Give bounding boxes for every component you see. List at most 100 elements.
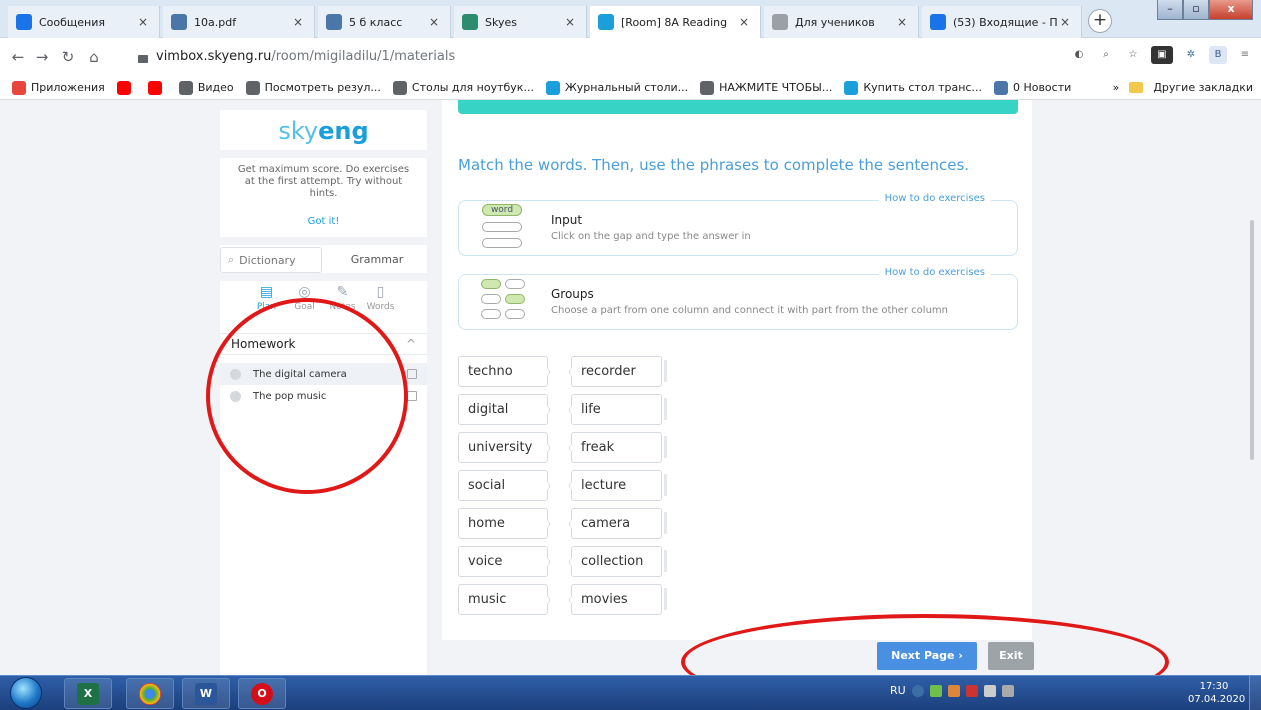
network-icon[interactable] [1001,684,1014,697]
system-clock[interactable]: 17:30 07.04.2020 [1188,680,1246,706]
how-to-link[interactable]: How to do exercises [878,193,991,204]
show-desktop-button[interactable] [1249,676,1261,710]
book-icon[interactable] [407,369,417,379]
drag-handle[interactable] [664,588,667,610]
close-icon[interactable]: × [894,15,910,29]
word-chip-right[interactable]: collection [569,546,662,577]
word-chip-left[interactable]: home [458,508,550,539]
word-chip-right[interactable]: camera [569,508,662,539]
word-chip-right[interactable]: lecture [569,470,662,501]
home-icon[interactable]: ⌂ [84,47,104,67]
browser-tab[interactable]: (53) Входящие - П × [922,6,1082,38]
bookmark-item[interactable] [147,80,167,95]
start-button[interactable] [10,677,42,709]
grammar-button[interactable]: Grammar [327,247,427,273]
star-icon[interactable]: ☆ [1124,46,1142,64]
close-icon[interactable]: × [736,15,752,29]
bookmark-item[interactable]: Видео [178,80,234,95]
excel-taskbar-icon[interactable]: X [64,678,112,709]
other-bookmarks-link[interactable]: Другие закладки [1153,81,1253,94]
language-indicator[interactable]: RU [890,684,906,697]
bookmark-item[interactable]: Приложения [12,80,105,95]
browser-tab[interactable]: 10a.pdf × [163,6,315,38]
skyeng-logo[interactable]: skyeng [220,110,427,150]
scrollbar-thumb[interactable] [1250,220,1254,460]
reload-icon[interactable]: ↻ [58,47,78,67]
word-text: music [468,592,507,607]
book-icon[interactable] [407,391,417,401]
opera-tray-icon[interactable] [965,684,978,697]
dictionary-search[interactable]: ⌕ Dictionary [220,247,322,273]
address-bar[interactable]: vimbox.skyeng.ru/room/migiladilu/1/mater… [138,43,1064,70]
url-path: /room/migiladilu/1/materials [271,49,456,64]
forward-icon[interactable]: → [32,47,52,67]
word-chip-left[interactable]: voice [458,546,550,577]
drag-handle[interactable] [664,398,667,420]
drag-handle[interactable] [664,550,667,572]
bookmarks-more-button[interactable]: » [1113,81,1120,94]
extension-icon[interactable]: ▣ [1151,46,1173,64]
bookmark-item[interactable]: 0 Новости [993,80,1071,95]
zoom-icon[interactable]: ⌕ [1097,46,1115,64]
opera-taskbar-icon[interactable]: O [238,678,286,709]
close-icon[interactable]: × [135,15,151,29]
browser-tab[interactable]: Сообщения × [8,6,160,38]
bookmark-item[interactable]: Журнальный столи... [545,80,689,95]
close-icon[interactable]: × [1057,15,1073,29]
chrome-taskbar-icon[interactable] [126,678,174,709]
got-it-link[interactable]: Got it! [220,216,427,227]
clock-time: 17:30 [1199,681,1229,692]
extension-gear-icon[interactable]: ✲ [1182,46,1200,64]
drag-handle[interactable] [664,360,667,382]
close-icon[interactable]: × [426,15,442,29]
bookmark-item[interactable]: Посмотреть резул... [245,80,381,95]
word-chip-left[interactable]: university [458,432,550,463]
drag-handle[interactable] [664,512,667,534]
bookmark-item[interactable]: НАЖМИТЕ ЧТОБЫ... [700,80,832,95]
close-window-button[interactable]: x [1209,0,1253,20]
browser-tab[interactable]: [Room] 8А Reading × [590,6,761,38]
bookmark-item[interactable] [116,80,136,95]
drag-handle[interactable] [664,474,667,496]
tab-label: Для учеников [795,15,875,29]
volume-icon[interactable] [983,684,996,697]
browser-tab[interactable]: Для учеников × [764,6,919,38]
how-to-link[interactable]: How to do exercises [878,267,991,278]
translate-icon[interactable]: ◐ [1070,46,1088,64]
word-chip-right[interactable]: recorder [569,356,662,387]
word-chip-right[interactable]: freak [569,432,662,463]
drag-handle[interactable] [664,436,667,458]
word-text: digital [468,402,509,417]
word-chip-left[interactable]: digital [458,394,550,425]
clock-date: 07.04.2020 [1188,694,1246,705]
annotation-circle [206,298,408,494]
word-chip-left[interactable]: social [458,470,550,501]
new-tab-button[interactable]: + [1088,9,1112,33]
groups-icon [479,279,529,325]
word-chip-left[interactable]: techno [458,356,550,387]
close-icon[interactable]: × [290,15,306,29]
tray-app-icon[interactable] [929,684,942,697]
bookmark-item[interactable]: Столы для ноутбук... [392,80,534,95]
back-icon[interactable]: ← [8,47,28,67]
bookmark-icon [844,80,859,95]
browser-tab[interactable]: Skyes × [454,6,587,38]
word-chip-right[interactable]: movies [569,584,662,615]
word-chip-right[interactable]: life [569,394,662,425]
close-icon[interactable]: × [562,15,578,29]
extension-b-icon[interactable]: B [1209,46,1227,64]
maximize-button[interactable]: ▫ [1183,0,1209,20]
exercise-instruction: Match the words. Then, use the phrases t… [458,156,970,174]
chevron-up-icon[interactable]: ^ [406,337,416,351]
minimize-button[interactable]: – [1157,0,1183,20]
word-text: lecture [581,478,627,493]
help-icon[interactable] [911,684,924,697]
bookmark-item[interactable]: Купить стол транс... [844,80,982,95]
tray-app-icon[interactable] [947,684,960,697]
bookmark-label: Журнальный столи... [564,81,689,94]
bookmark-label: Купить стол транс... [863,81,982,94]
reading-list-icon[interactable]: ≡ [1236,46,1254,64]
browser-tab[interactable]: 5 б класс × [318,6,451,38]
word-taskbar-icon[interactable]: W [182,678,230,709]
word-chip-left[interactable]: music [458,584,550,615]
